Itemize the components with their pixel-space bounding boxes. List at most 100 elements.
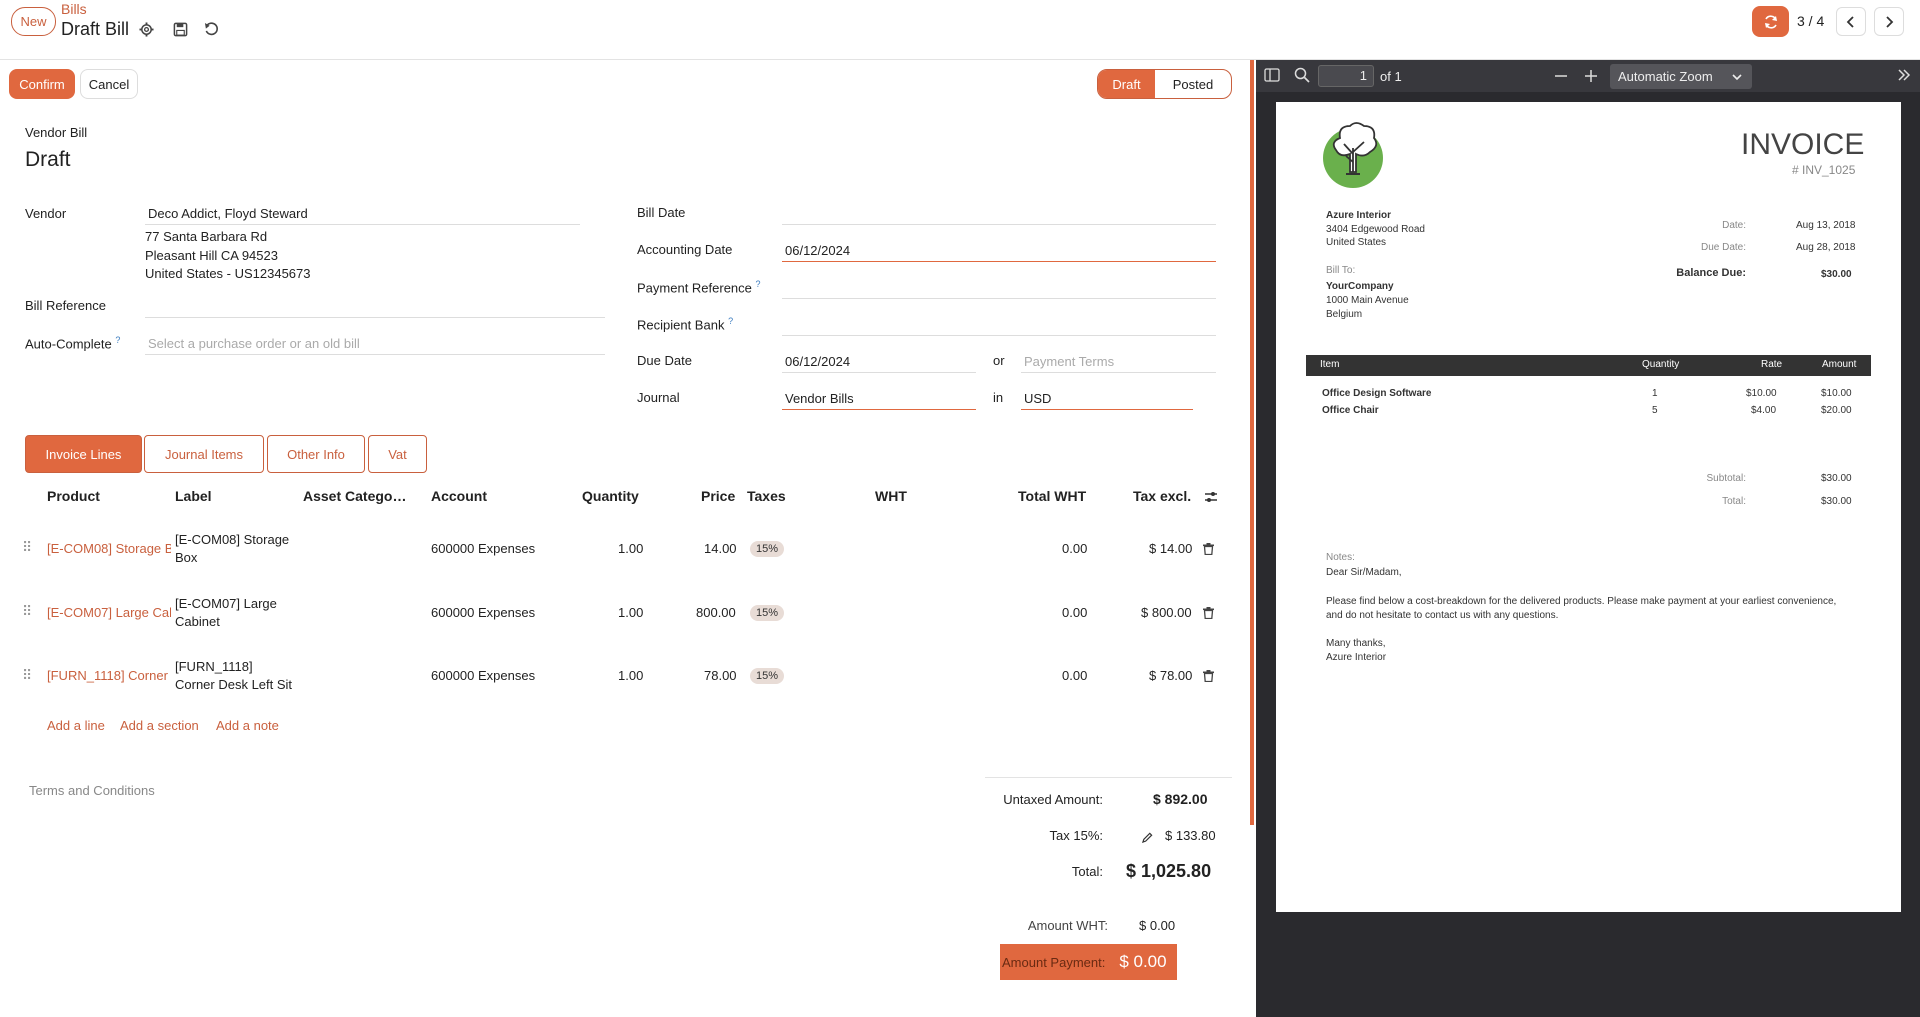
pdf-notes-line: and do not hesitate to contact us with a… <box>1326 610 1559 621</box>
tab-vat[interactable]: Vat <box>368 435 427 473</box>
row-label-line-2[interactable]: Corner Desk Left Sit <box>175 676 292 694</box>
payment-terms-input[interactable]: Payment Terms <box>1021 351 1216 373</box>
tab-journal-items[interactable]: Journal Items <box>144 435 264 473</box>
bill-date-input[interactable] <box>782 203 1216 225</box>
column-header-asset-category[interactable]: Asset Catego… <box>303 488 406 504</box>
pdf-subtotal-label: Subtotal: <box>1706 473 1746 484</box>
row-tax-excl: $ 800.00 <box>1141 605 1192 620</box>
row-label-line-1[interactable]: [E-COM08] Storage <box>175 531 289 549</box>
column-header-wht[interactable]: WHT <box>875 488 907 504</box>
row-label-line-2[interactable]: Box <box>175 549 197 567</box>
recipient-bank-input[interactable] <box>782 314 1216 336</box>
confirm-button[interactable]: Confirm <box>9 69 75 99</box>
row-label-line-1[interactable]: [E-COM07] Large <box>175 595 277 613</box>
autocomplete-label: Auto-Complete ? <box>25 335 121 352</box>
new-button[interactable]: New <box>11 7 56 36</box>
column-header-price[interactable]: Price <box>701 488 735 504</box>
column-header-tax-excl[interactable]: Tax excl. <box>1133 488 1191 504</box>
save-icon[interactable] <box>171 20 189 38</box>
splitter-handle[interactable] <box>1250 60 1254 825</box>
status-draft[interactable]: Draft <box>1098 70 1155 98</box>
pencil-icon[interactable] <box>1141 831 1153 846</box>
row-quantity[interactable]: 1.00 <box>618 667 643 685</box>
row-account[interactable]: 600000 Expenses <box>431 604 535 622</box>
drag-handle-icon[interactable]: ⠿ <box>22 539 32 556</box>
autocomplete-input[interactable]: Select a purchase order or an old bill <box>145 333 605 355</box>
drag-handle-icon[interactable]: ⠿ <box>22 603 32 620</box>
row-quantity[interactable]: 1.00 <box>618 604 643 622</box>
pager-counter[interactable]: 3 / 4 <box>1797 13 1824 29</box>
search-icon[interactable] <box>1294 67 1310 86</box>
cancel-button[interactable]: Cancel <box>80 69 138 99</box>
column-header-account[interactable]: Account <box>431 488 487 504</box>
help-icon[interactable]: ? <box>728 316 733 326</box>
pager-next-button[interactable] <box>1874 7 1904 36</box>
row-price[interactable]: 14.00 <box>704 540 737 558</box>
accounting-date-input[interactable]: 06/12/2024 <box>782 240 1216 262</box>
help-icon[interactable]: ? <box>115 335 120 345</box>
top-bar: New Bills Draft Bill 3 / 4 <box>0 0 1920 60</box>
add-line-link[interactable]: Add a line <box>47 718 105 733</box>
pdf-subtotal-value: $30.00 <box>1821 473 1852 484</box>
row-account[interactable]: 600000 Expenses <box>431 667 535 685</box>
row-price[interactable]: 78.00 <box>704 667 737 685</box>
due-date-input[interactable]: 06/12/2024 <box>782 351 976 373</box>
add-note-link[interactable]: Add a note <box>216 718 279 733</box>
page-number-input[interactable]: 1 <box>1318 65 1374 87</box>
gear-icon[interactable] <box>137 20 155 38</box>
help-icon[interactable]: ? <box>756 279 761 289</box>
tax-badge[interactable]: 15% <box>750 605 785 621</box>
row-label-line-1[interactable]: [FURN_1118] <box>175 658 253 676</box>
column-header-quantity[interactable]: Quantity <box>582 488 639 504</box>
tools-menu-icon[interactable] <box>1896 68 1912 85</box>
drag-handle-icon[interactable]: ⠿ <box>22 667 32 684</box>
row-account[interactable]: 600000 Expenses <box>431 540 535 558</box>
row-product[interactable]: [E-COM08] Storage B <box>47 540 171 558</box>
trash-icon[interactable] <box>1203 607 1215 620</box>
pager-previous-button[interactable] <box>1836 7 1866 36</box>
column-settings-icon[interactable] <box>1204 490 1218 507</box>
payment-reference-input[interactable] <box>782 277 1216 299</box>
pdf-to-name: YourCompany <box>1326 281 1394 292</box>
pdf-balance-due-value: $30.00 <box>1821 269 1852 280</box>
zoom-out-icon[interactable] <box>1554 69 1568 86</box>
pdf-viewer: 1 of 1 Automatic Zoom INVOICE # INV_1025… <box>1256 60 1920 1017</box>
sidebar-toggle-icon[interactable] <box>1264 68 1280 85</box>
row-quantity[interactable]: 1.00 <box>618 540 643 558</box>
breadcrumb-bills[interactable]: Bills <box>61 1 87 17</box>
tax-badge[interactable]: 15% <box>750 541 785 557</box>
vendor-input[interactable]: Deco Addict, Floyd Steward <box>145 203 580 225</box>
refresh-icon[interactable] <box>1752 6 1789 37</box>
row-price[interactable]: 800.00 <box>696 604 736 622</box>
add-section-link[interactable]: Add a section <box>120 718 199 733</box>
vendor-label: Vendor <box>25 206 67 221</box>
pdf-from-name: Azure Interior <box>1326 210 1392 221</box>
trash-icon[interactable] <box>1203 543 1215 556</box>
tab-invoice-lines[interactable]: Invoice Lines <box>25 435 142 473</box>
zoom-select[interactable]: Automatic Zoom <box>1610 64 1752 89</box>
status-posted[interactable]: Posted <box>1155 70 1231 98</box>
trash-icon[interactable] <box>1203 670 1215 683</box>
row-product[interactable]: [E-COM07] Large Cab <box>47 604 171 622</box>
vendor-address-3: United States - US12345673 <box>145 266 311 281</box>
pdf-item-rate: $10.00 <box>1746 388 1777 399</box>
amount-wht-value: $ 0.00 <box>1139 918 1176 933</box>
discard-icon[interactable] <box>202 20 220 38</box>
pdf-to-address-2: Belgium <box>1326 309 1363 320</box>
row-product[interactable]: [FURN_1118] Corner <box>47 667 171 685</box>
bill-reference-input[interactable] <box>145 296 605 318</box>
row-label-line-2[interactable]: Cabinet <box>175 613 220 631</box>
row-total-wht: 0.00 <box>1062 541 1088 556</box>
column-header-product[interactable]: Product <box>47 488 100 504</box>
column-header-total-wht[interactable]: Total WHT <box>1018 488 1086 504</box>
column-header-label[interactable]: Label <box>175 488 212 504</box>
tax-badge[interactable]: 15% <box>750 668 785 684</box>
pdf-items-header: Item Quantity Rate Amount <box>1306 355 1871 376</box>
zoom-in-icon[interactable] <box>1584 69 1598 86</box>
column-header-taxes[interactable]: Taxes <box>747 488 786 504</box>
currency-input[interactable]: USD <box>1021 388 1193 410</box>
journal-input[interactable]: Vendor Bills <box>782 388 976 410</box>
terms-conditions-input[interactable]: Terms and Conditions <box>29 783 155 798</box>
tab-other-info[interactable]: Other Info <box>267 435 365 473</box>
payment-reference-label: Payment Reference ? <box>637 279 761 296</box>
